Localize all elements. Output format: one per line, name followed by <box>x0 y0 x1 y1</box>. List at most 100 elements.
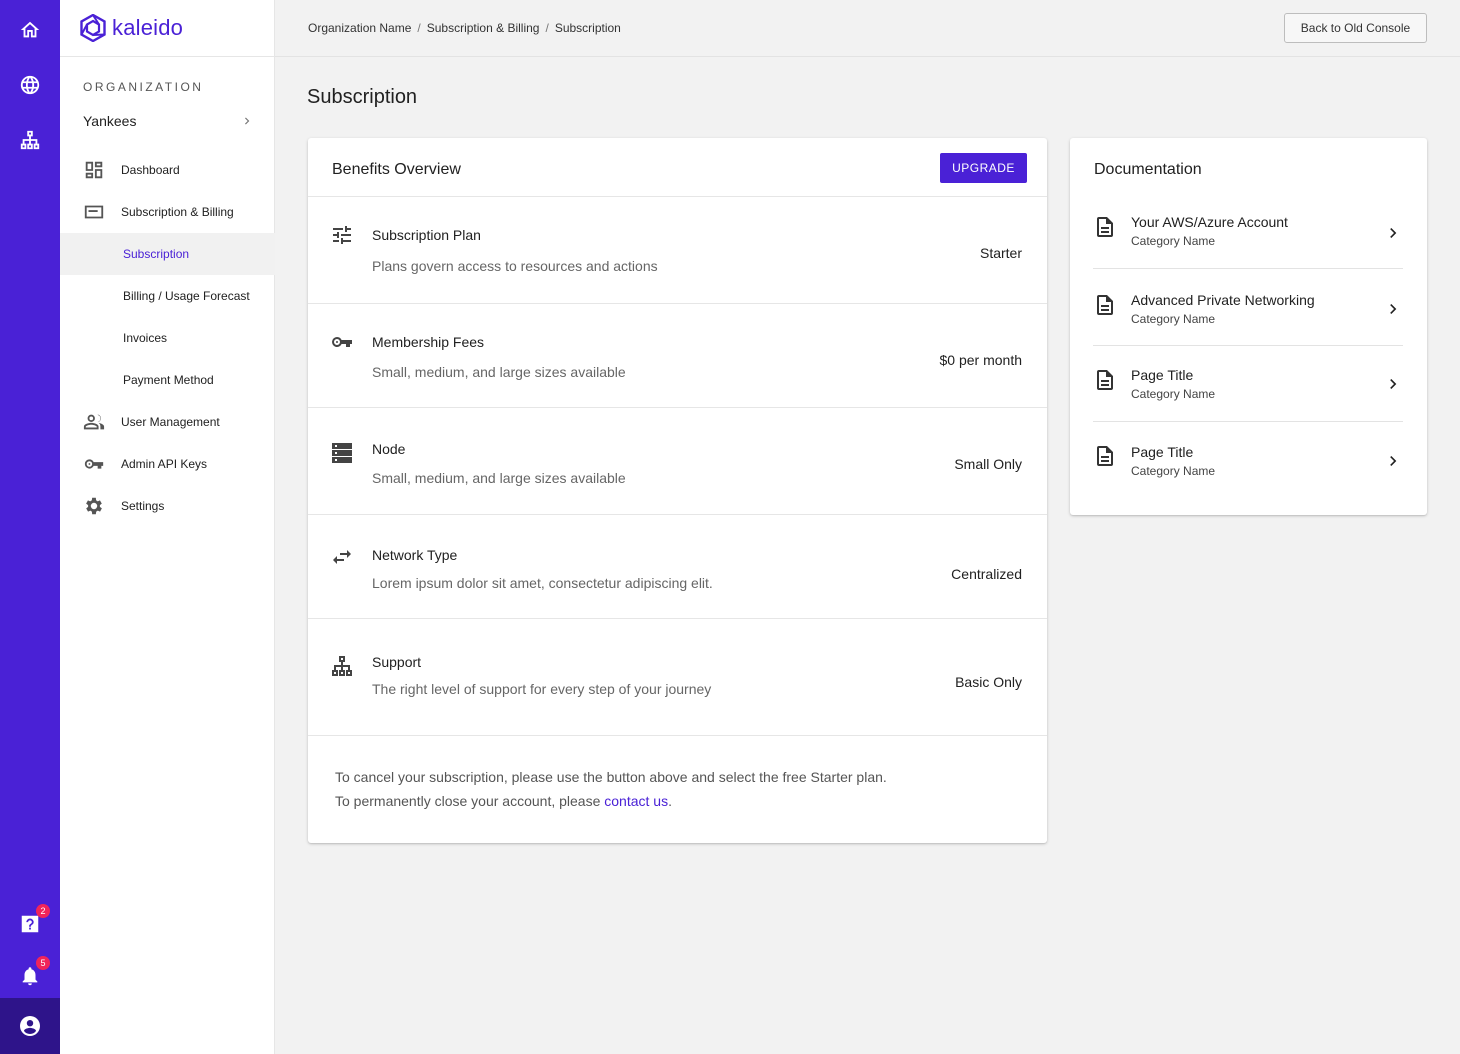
sidebar-item-label: Subscription & Billing <box>121 205 234 219</box>
key-icon <box>332 336 352 347</box>
back-to-old-console-button[interactable]: Back to Old Console <box>1284 13 1427 43</box>
credit-card-icon <box>84 205 104 219</box>
notifications-button[interactable]: 5 <box>0 948 60 1004</box>
home-button[interactable] <box>0 2 60 58</box>
benefit-title: Network Type <box>372 547 458 563</box>
chevron-right-icon <box>1390 304 1397 314</box>
doc-link-advanced-private-networking[interactable]: Advanced Private Networking Category Nam… <box>1093 269 1403 346</box>
benefit-value: Small Only <box>954 456 1022 472</box>
doc-title: Advanced Private Networking <box>1131 292 1315 308</box>
benefit-description: Small, medium, and large sizes available <box>372 364 626 380</box>
footnote-period: . <box>668 793 672 809</box>
benefit-value: $0 per month <box>939 352 1023 368</box>
footnote-line: To cancel your subscription, please use … <box>335 769 887 785</box>
server-icon <box>332 443 352 463</box>
benefit-row-support: Support The right level of support for e… <box>308 619 1047 736</box>
sidebar-item-invoices[interactable]: Invoices <box>60 317 275 359</box>
cancel-subscription-note: To cancel your subscription, please use … <box>335 765 887 813</box>
document-icon <box>1097 446 1113 466</box>
sidebar-item-user-management[interactable]: User Management <box>60 401 275 443</box>
sidebar: kaleido ORGANIZATION Yankees Dashboard S… <box>60 0 275 1054</box>
sidebar-item-label: Subscription <box>123 247 190 261</box>
card-title: Documentation <box>1094 161 1202 178</box>
help-badge: 2 <box>36 904 50 918</box>
doc-title: Your AWS/Azure Account <box>1131 214 1288 230</box>
networks-button[interactable] <box>0 57 60 113</box>
organization-label: ORGANIZATION <box>83 80 204 94</box>
chevron-right-icon <box>1390 379 1397 389</box>
hierarchy-button[interactable] <box>0 112 60 168</box>
breadcrumb-separator: / <box>417 21 421 35</box>
benefit-description: Lorem ipsum dolor sit amet, consectetur … <box>372 575 713 591</box>
app-rail: 2 5 <box>0 0 60 1054</box>
benefit-description: The right level of support for every ste… <box>372 681 712 697</box>
account-circle-icon <box>20 1016 40 1036</box>
dashboard-icon <box>85 161 103 179</box>
chevron-right-icon <box>1390 456 1397 466</box>
brand-name: kaleido <box>112 15 184 40</box>
hierarchy-icon <box>332 656 352 676</box>
hierarchy-icon <box>20 130 40 150</box>
benefit-value: Basic Only <box>955 674 1022 690</box>
sidebar-item-settings[interactable]: Settings <box>60 485 275 527</box>
benefit-row-subscription-plan: Subscription Plan Plans govern access to… <box>308 197 1047 304</box>
brand-logo[interactable]: kaleido <box>60 0 274 57</box>
sidebar-item-label: Dashboard <box>121 163 180 177</box>
breadcrumb: Organization Name / Subscription & Billi… <box>308 21 621 35</box>
footnote-line: To permanently close your account, pleas… <box>335 789 887 813</box>
benefit-description: Plans govern access to resources and act… <box>372 258 658 274</box>
benefit-title: Subscription Plan <box>372 227 481 243</box>
organization-selector[interactable]: Yankees <box>83 110 254 132</box>
key-icon <box>84 459 104 469</box>
sidebar-item-label: Payment Method <box>123 373 214 387</box>
sidebar-item-label: User Management <box>121 415 220 429</box>
sidebar-item-subscription-billing[interactable]: Subscription & Billing <box>60 191 275 233</box>
top-bar: Organization Name / Subscription & Billi… <box>275 0 1460 57</box>
benefit-title: Support <box>372 654 422 670</box>
organization-name: Yankees <box>83 113 137 129</box>
document-icon <box>1097 370 1113 390</box>
gear-icon <box>86 497 102 515</box>
tune-icon <box>333 226 351 244</box>
sidebar-item-label: Settings <box>121 499 165 513</box>
help-button[interactable]: 2 <box>0 896 60 952</box>
sidebar-item-billing-usage-forecast[interactable]: Billing / Usage Forecast <box>60 275 275 317</box>
sidebar-item-label: Billing / Usage Forecast <box>123 289 250 303</box>
breadcrumb-organization[interactable]: Organization Name <box>308 21 411 35</box>
swap-horiz-icon <box>333 550 351 564</box>
document-icon <box>1097 217 1113 237</box>
home-icon <box>20 21 40 38</box>
chevron-right-icon <box>245 117 250 125</box>
contact-us-link[interactable]: contact us <box>604 793 668 809</box>
chevron-right-icon <box>1390 228 1397 238</box>
doc-link-page-title-1[interactable]: Page Title Category Name <box>1093 346 1403 422</box>
doc-title: Page Title <box>1131 367 1194 383</box>
benefit-value: Centralized <box>951 566 1022 582</box>
kaleido-logo-icon <box>80 14 106 42</box>
doc-category: Category Name <box>1131 312 1216 326</box>
doc-category: Category Name <box>1131 234 1216 248</box>
doc-link-page-title-2[interactable]: Page Title Category Name <box>1093 422 1403 499</box>
breadcrumb-separator: / <box>545 21 549 35</box>
sidebar-item-label: Invoices <box>123 331 168 345</box>
doc-link-aws-azure-account[interactable]: Your AWS/Azure Account Category Name <box>1093 192 1403 269</box>
footnote-text: To permanently close your account, pleas… <box>335 793 601 809</box>
upgrade-button[interactable]: UPGRADE <box>940 153 1027 183</box>
sidebar-item-dashboard[interactable]: Dashboard <box>60 149 275 191</box>
breadcrumb-subscription: Subscription <box>554 21 621 35</box>
sidebar-item-admin-api-keys[interactable]: Admin API Keys <box>60 443 275 485</box>
benefit-row-network-type: Network Type Lorem ipsum dolor sit amet,… <box>308 515 1047 619</box>
benefit-description: Small, medium, and large sizes available <box>372 470 626 486</box>
doc-category: Category Name <box>1131 464 1216 478</box>
benefit-row-node: Node Small, medium, and large sizes avai… <box>308 408 1047 515</box>
breadcrumb-subscription-billing[interactable]: Subscription & Billing <box>427 21 540 35</box>
sidebar-item-label: Admin API Keys <box>121 457 208 471</box>
sidebar-item-subscription[interactable]: Subscription <box>60 233 275 275</box>
sidebar-item-payment-method[interactable]: Payment Method <box>60 359 275 401</box>
people-icon <box>83 414 105 430</box>
benefit-title: Membership Fees <box>372 334 485 350</box>
doc-title: Page Title <box>1131 444 1194 460</box>
globe-icon <box>20 75 40 95</box>
profile-button[interactable] <box>0 998 60 1054</box>
benefit-row-membership-fees: Membership Fees Small, medium, and large… <box>308 304 1047 408</box>
